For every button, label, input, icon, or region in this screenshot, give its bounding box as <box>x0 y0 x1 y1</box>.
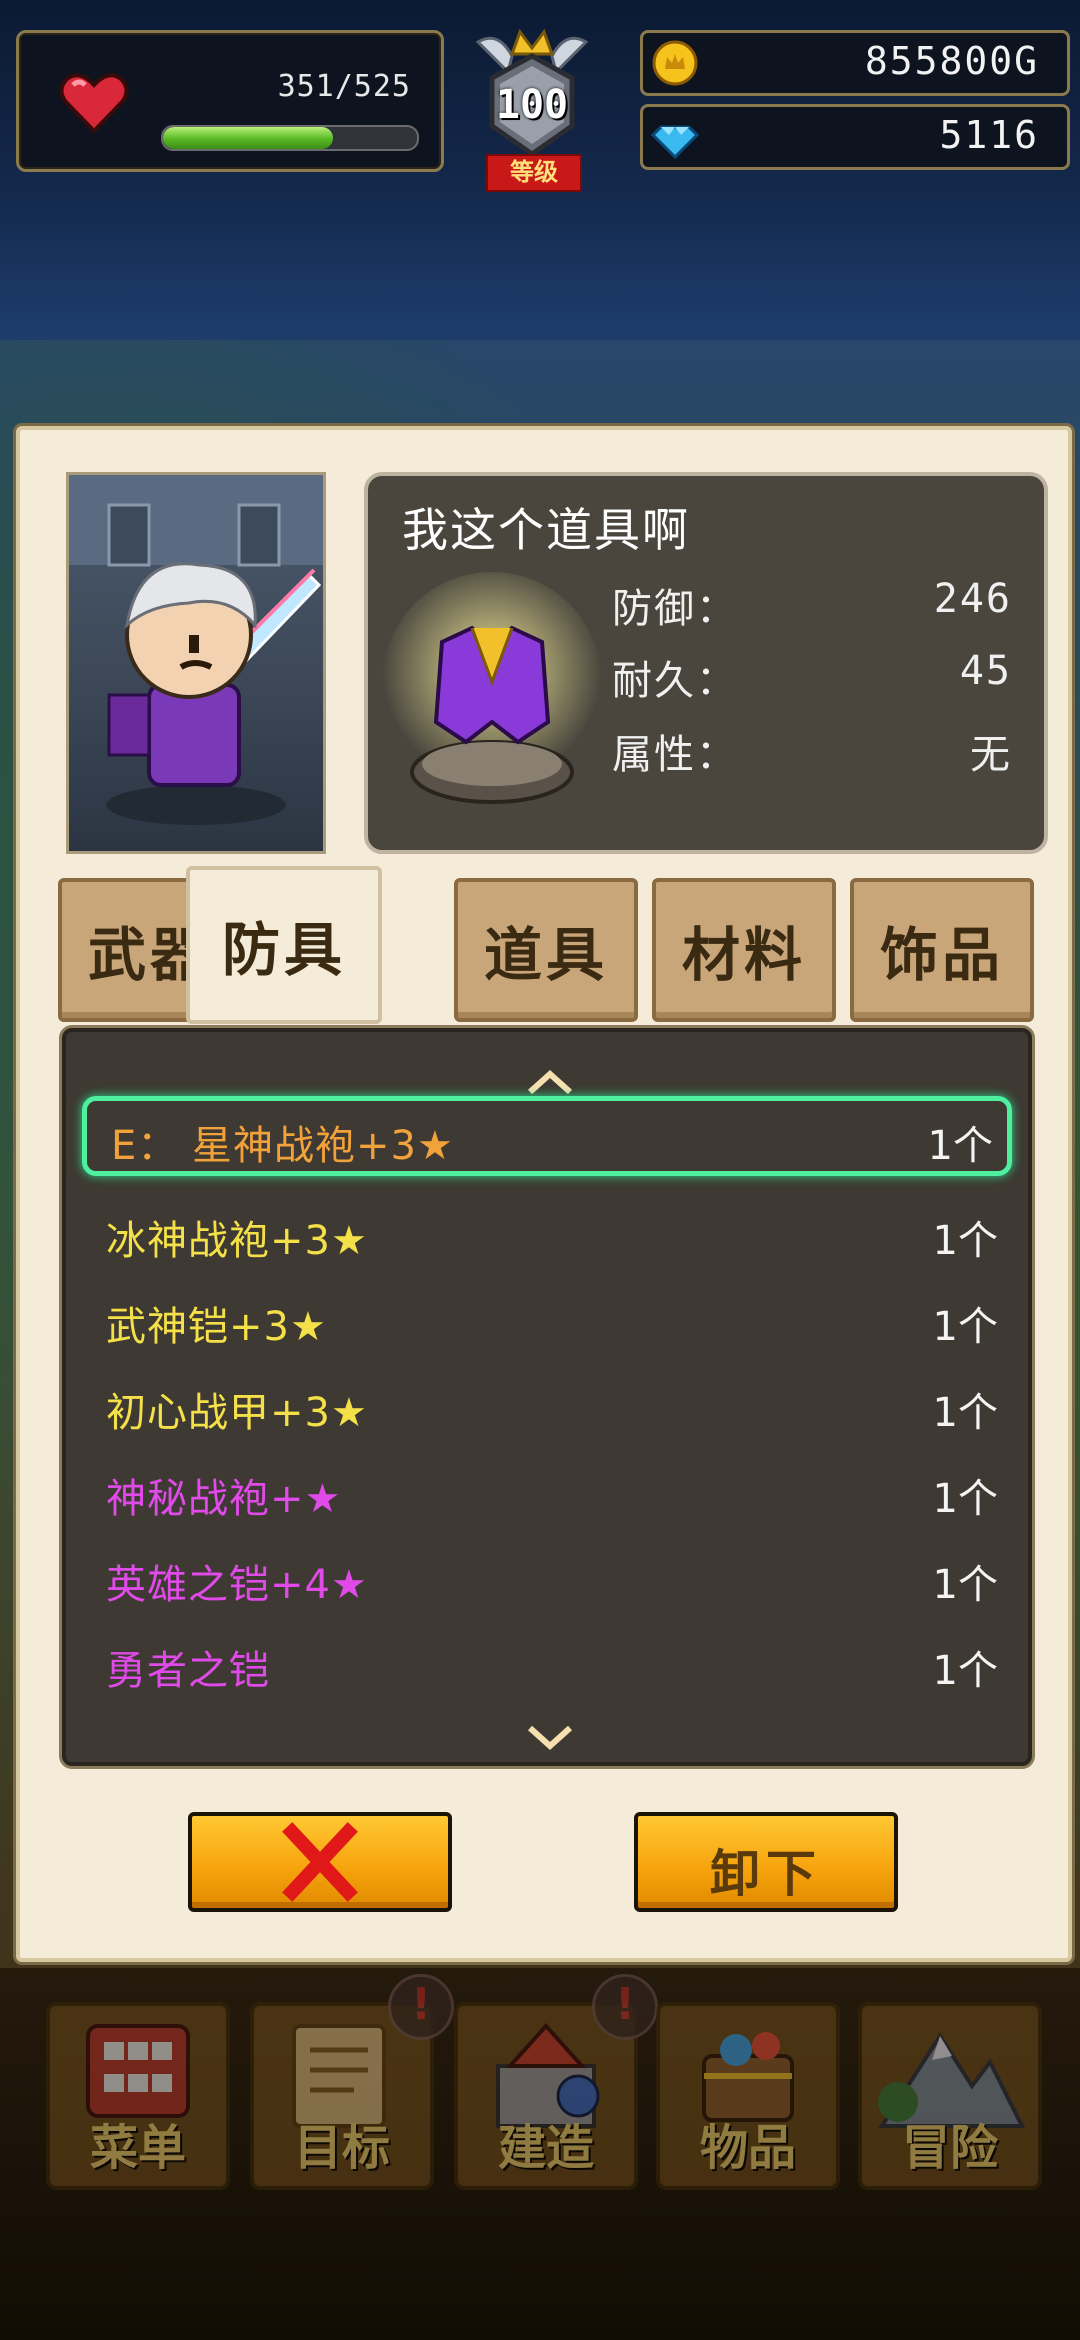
gem-value: 5116 <box>939 113 1039 157</box>
gold-coin-icon <box>652 40 698 86</box>
level-label: 等级 <box>486 154 582 192</box>
category-tabs: 武器 防具 道具 材料 饰品 <box>58 866 1048 1024</box>
item-info-panel: 我这个道具啊 防御： 246 耐久： 45 属性： 无 <box>364 472 1048 854</box>
item-count: 1个 <box>932 1218 998 1264</box>
item-name: 初心战甲+3★ <box>106 1390 368 1436</box>
equipment-card: 我这个道具啊 防御： 246 耐久： 45 属性： 无 武器 防具 道具 材料 … <box>16 426 1072 1962</box>
tab-accessory-label: 饰品 <box>879 921 1004 989</box>
gold-value: 855800G <box>864 39 1039 83</box>
menu-button-quest[interactable]: 目标 <box>250 1974 454 2190</box>
stat-row-durability: 耐久： 45 <box>612 648 1012 706</box>
gem-panel[interactable]: 5116 <box>640 104 1070 170</box>
character-portrait <box>66 472 326 854</box>
red-x-icon <box>282 1822 358 1902</box>
item-count: 1个 <box>932 1390 998 1436</box>
inventory-row[interactable]: 英雄之铠+4★ 1个 <box>82 1534 1012 1620</box>
tab-material-label: 材料 <box>681 921 806 989</box>
diamond-gem-icon <box>651 125 699 160</box>
inventory-row-selected[interactable]: E： 星神战袍+3★ 1个 <box>82 1096 1012 1176</box>
armor-robe-icon <box>382 572 602 804</box>
menu-button-build[interactable]: 建造 <box>454 1974 658 2190</box>
stat-row-attribute: 属性： 无 <box>612 722 1012 780</box>
tab-armor-label: 防具 <box>221 916 346 984</box>
menu-button-items[interactable]: 物品 <box>656 2002 840 2190</box>
item-count: 1个 <box>932 1648 998 1694</box>
inventory-list-panel[interactable]: E： 星神战袍+3★ 1个 冰神战袍+3★ 1个 武神铠+3★ 1个 初心战甲+3★ 1个 神秘… <box>62 1028 1032 1766</box>
item-name: 冰神战袍+3★ <box>106 1218 368 1264</box>
tab-material[interactable]: 材料 <box>652 878 836 1022</box>
hero-with-sword-icon <box>69 475 323 825</box>
stat-value-attribute: 无 <box>970 732 1012 778</box>
item-name: 英雄之铠+4★ <box>106 1562 368 1608</box>
stat-value-durability: 45 <box>959 648 1012 694</box>
inventory-row[interactable]: 初心战甲+3★ 1个 <box>82 1362 1012 1448</box>
item-count: 1个 <box>932 1562 998 1608</box>
stat-label-defense: 防御： <box>612 586 738 632</box>
hp-value: 351/525 <box>277 69 411 104</box>
inventory-row[interactable]: 神秘战袍+★ 1个 <box>82 1448 1012 1534</box>
tab-item[interactable]: 道具 <box>454 878 638 1022</box>
menu-button-menu-label: 菜单 <box>89 2120 186 2176</box>
item-name: E： 星神战袍+3★ <box>111 1123 454 1169</box>
bottom-menu-bar: 菜单 目标 建造 物品 冒险 <box>0 1968 1080 2340</box>
menu-button-build-label: 建造 <box>497 2120 594 2176</box>
item-count: 1个 <box>932 1304 998 1350</box>
stat-label-attribute: 属性： <box>612 732 738 778</box>
menu-button-adventure[interactable]: 冒险 <box>858 2002 1042 2190</box>
stat-row-defense: 防御： 246 <box>612 576 1012 634</box>
item-name: 武神铠+3★ <box>106 1304 327 1350</box>
hp-bar-fill <box>163 127 334 149</box>
item-name: 勇者之铠 <box>106 1648 270 1694</box>
tab-item-label: 道具 <box>483 921 608 989</box>
item-count: 1个 <box>932 1476 998 1522</box>
level-badge[interactable]: 100 等级 <box>468 22 596 192</box>
item-title: 我这个道具啊 <box>402 503 690 557</box>
menu-button-menu[interactable]: 菜单 <box>46 2002 230 2190</box>
menu-button-adventure-label: 冒险 <box>901 2120 998 2176</box>
tab-accessory[interactable]: 饰品 <box>850 878 1034 1022</box>
hp-bar <box>161 125 419 151</box>
unequip-button[interactable]: 卸下 <box>634 1812 898 1912</box>
inventory-row[interactable]: 武神铠+3★ 1个 <box>82 1276 1012 1362</box>
item-count: 1个 <box>927 1123 993 1169</box>
item-name: 神秘战袍+★ <box>106 1476 342 1522</box>
menu-button-quest-label: 目标 <box>293 2120 390 2176</box>
inventory-list: E： 星神战袍+3★ 1个 冰神战袍+3★ 1个 武神铠+3★ 1个 初心战甲+3★ 1个 神秘… <box>82 1096 1012 1706</box>
gold-panel[interactable]: 855800G <box>640 30 1070 96</box>
tab-armor[interactable]: 防具 <box>186 866 382 1024</box>
menu-button-items-label: 物品 <box>699 2120 796 2176</box>
close-button[interactable] <box>188 1812 452 1912</box>
stat-label-durability: 耐久： <box>612 658 738 704</box>
scroll-down-arrow-icon[interactable] <box>526 1724 574 1752</box>
unequip-button-label: 卸下 <box>710 1845 822 1903</box>
inventory-row[interactable]: 冰神战袍+3★ 1个 <box>82 1190 1012 1276</box>
scroll-up-arrow-icon[interactable] <box>526 1068 574 1096</box>
level-number: 100 <box>495 82 569 128</box>
inventory-row[interactable]: 勇者之铠 1个 <box>82 1620 1012 1706</box>
hp-panel: 351/525 <box>16 30 444 172</box>
stat-value-defense: 246 <box>933 576 1012 622</box>
heart-icon <box>59 73 129 133</box>
